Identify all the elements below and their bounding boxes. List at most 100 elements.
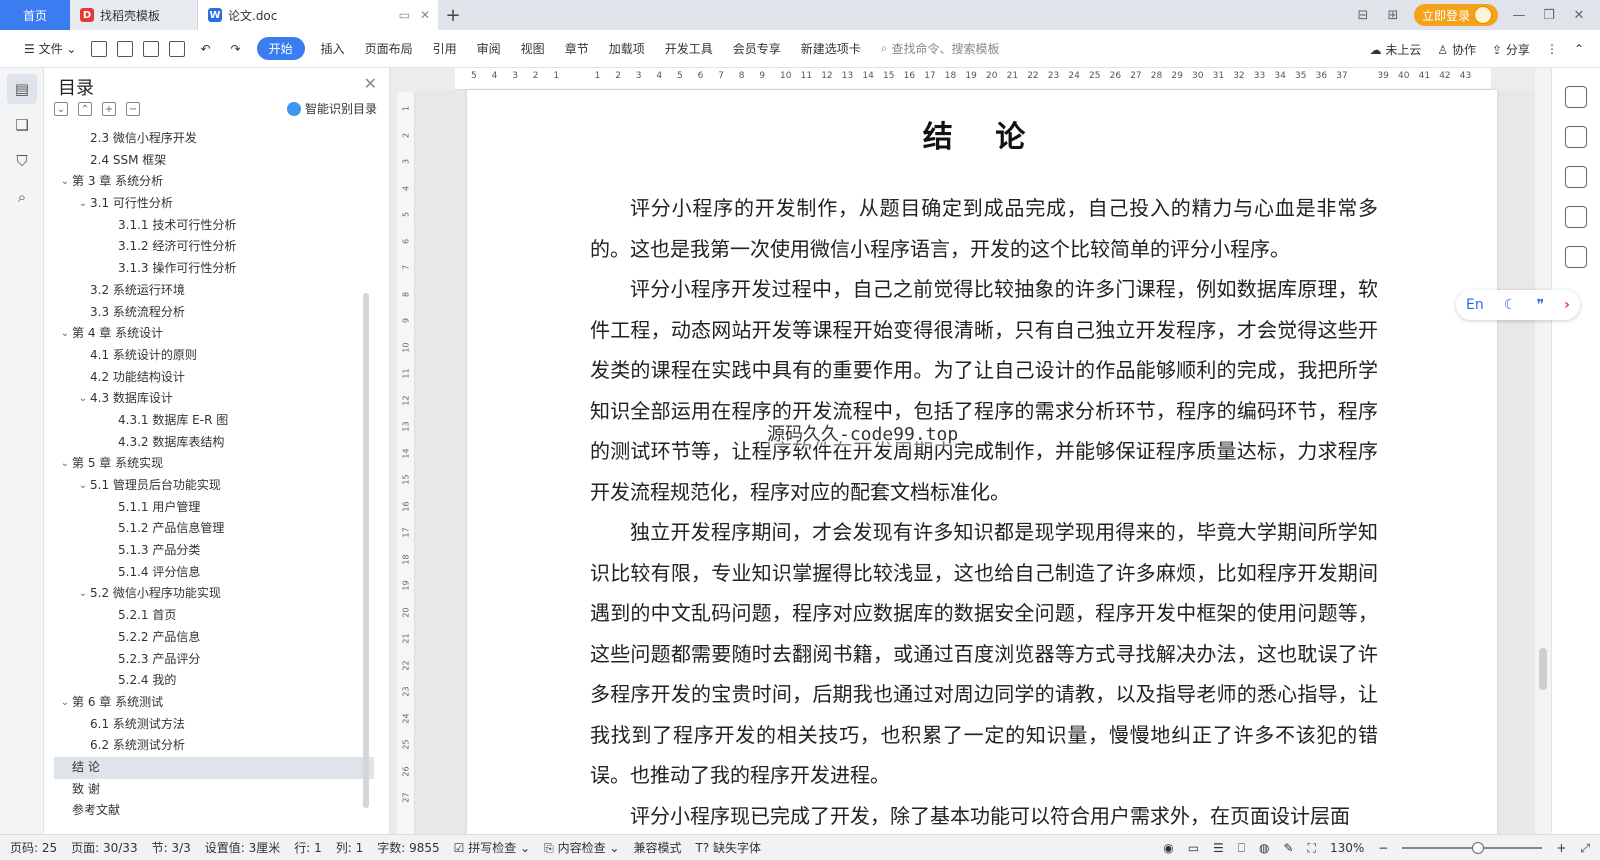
toc-item[interactable]: ⌄ 4.3 数据库设计 bbox=[54, 388, 374, 410]
toc-item[interactable]: 4.2 功能结构设计 bbox=[54, 367, 374, 389]
layout-icon[interactable]: ⊟ bbox=[1354, 8, 1372, 23]
page-view-icon[interactable]: ▭ bbox=[1188, 841, 1199, 855]
spell-check-button[interactable]: ☑ 拼写检查 ⌄ bbox=[454, 839, 530, 856]
tab-references[interactable]: 引用 bbox=[423, 40, 467, 57]
more-icon[interactable]: ⋮ bbox=[1546, 42, 1558, 56]
fit-page-icon[interactable]: ⛶ bbox=[1308, 841, 1316, 856]
adjust-icon[interactable] bbox=[1565, 166, 1587, 188]
toc-item[interactable]: 2.4 SSM 框架 bbox=[54, 150, 374, 172]
outline-view-icon[interactable]: ☰ bbox=[1213, 841, 1224, 855]
tab-member[interactable]: 会员专享 bbox=[723, 40, 791, 57]
cloud-button[interactable]: ☁ 未上云 bbox=[1370, 41, 1422, 58]
close-icon[interactable]: ✕ bbox=[364, 74, 377, 93]
restore-icon[interactable]: ❐ bbox=[1540, 8, 1558, 23]
collapse-ribbon-icon[interactable]: ⌃ bbox=[1574, 42, 1584, 56]
quote-icon[interactable]: ❞ bbox=[1537, 297, 1545, 313]
window-close-icon[interactable]: ✕ bbox=[1570, 8, 1588, 23]
fullscreen-icon[interactable]: ⤢ bbox=[1580, 841, 1590, 856]
tab-developer[interactable]: 开发工具 bbox=[655, 40, 723, 57]
chevron-down-icon[interactable]: ⌄ bbox=[58, 692, 72, 714]
toc-item[interactable]: 5.2.1 首页 bbox=[54, 605, 374, 627]
toc-item[interactable]: 5.1.4 评分信息 bbox=[54, 562, 374, 584]
toc-item[interactable]: 3.1.3 操作可行性分析 bbox=[54, 258, 374, 280]
vertical-ruler[interactable]: 1 2 3 4 5 6 7 8 9 10 11 12 13 14 15 16 17 18 19 20 21 22 23 24 2… bbox=[397, 92, 415, 834]
toc-item[interactable]: 4.3.2 数据库表结构 bbox=[54, 432, 374, 454]
toc-item[interactable]: 5.1.3 产品分类 bbox=[54, 540, 374, 562]
toc-item[interactable]: 参考文献 bbox=[54, 800, 374, 822]
toc-item[interactable]: 3.3 系统流程分析 bbox=[54, 302, 374, 324]
translate-widget[interactable]: En ☾ ❞ › bbox=[1456, 290, 1580, 320]
toc-item[interactable]: 结 论 bbox=[54, 756, 374, 779]
smart-toc-button[interactable]: 智能识别目录 bbox=[286, 100, 377, 117]
chevron-right-icon[interactable]: › bbox=[1564, 297, 1570, 313]
tab-chapter[interactable]: 章节 bbox=[555, 40, 599, 57]
document-page[interactable]: 结 论 评分小程序的开发制作，从题目确定到成品完成，自己投入的精力与心血是非常多… bbox=[467, 90, 1497, 834]
tab-document[interactable]: W 论文.doc ▭ ✕ bbox=[198, 0, 438, 30]
search-panel-icon[interactable]: ⌕ bbox=[7, 182, 37, 212]
toc-item[interactable]: ⌄ 第 5 章 系统实现 bbox=[54, 453, 374, 475]
map-icon[interactable] bbox=[1565, 246, 1587, 268]
tab-home[interactable]: 首页 bbox=[0, 0, 70, 30]
new-tab-button[interactable]: + bbox=[438, 0, 468, 30]
chevron-down-icon[interactable]: ⌄ bbox=[58, 171, 72, 193]
collab-button[interactable]: ♙ 协作 bbox=[1437, 41, 1476, 58]
toc-scrollbar[interactable] bbox=[363, 293, 369, 808]
content-check-button[interactable]: ⎘ 内容检查 ⌄ bbox=[544, 839, 619, 856]
moon-icon[interactable]: ☾ bbox=[1504, 297, 1517, 313]
toc-item[interactable]: 5.1.1 用户管理 bbox=[54, 497, 374, 519]
zoom-level[interactable]: 130% bbox=[1330, 841, 1364, 855]
chevron-down-icon[interactable]: ⌄ bbox=[76, 583, 90, 605]
toc-item[interactable]: ⌄ 5.2 微信小程序功能实现 bbox=[54, 583, 374, 605]
minimize-icon[interactable]: — bbox=[1510, 8, 1528, 23]
tab-new-option[interactable]: 新建选项卡 bbox=[791, 40, 871, 57]
horizontal-ruler[interactable]: 5 4 3 2 1 1 2 3 4 5 6 7 8 9 10 11 12 13 14 15 16 17 18 19 20 21 22… bbox=[455, 68, 1491, 90]
toc-nav-icon[interactable]: ▤ bbox=[7, 74, 37, 104]
select-icon[interactable] bbox=[1565, 126, 1587, 148]
toc-item[interactable]: ⌄ 第 6 章 系统测试 bbox=[54, 692, 374, 714]
command-search[interactable]: ⌕ 查找命令、搜索模板 bbox=[881, 40, 1000, 57]
pen-icon[interactable] bbox=[1565, 86, 1587, 108]
tab-addins[interactable]: 加载项 bbox=[599, 40, 655, 57]
toc-item[interactable]: ⌄ 第 4 章 系统设计 bbox=[54, 323, 374, 345]
toc-item[interactable]: ⌄ 第 3 章 系统分析 bbox=[54, 171, 374, 193]
toc-item[interactable]: 4.1 系统设计的原则 bbox=[54, 345, 374, 367]
page-indicator[interactable]: 页面: 30/33 bbox=[71, 839, 137, 856]
tab-insert[interactable]: 插入 bbox=[311, 40, 355, 57]
write-mode-icon[interactable]: ✎ bbox=[1283, 841, 1293, 855]
chevron-down-icon[interactable]: ⌄ bbox=[76, 388, 90, 410]
tab-view[interactable]: 视图 bbox=[511, 40, 555, 57]
export-pdf-icon[interactable] bbox=[117, 40, 134, 57]
toc-item[interactable]: 6.1 系统测试方法 bbox=[54, 714, 374, 736]
chevron-down-icon[interactable]: ⌄ bbox=[58, 453, 72, 475]
zoom-in-icon[interactable]: + bbox=[1556, 841, 1566, 855]
redo-icon[interactable]: ↷ bbox=[221, 42, 251, 56]
toc-item[interactable]: ⌄ 3.1 可行性分析 bbox=[54, 193, 374, 215]
remove-heading-icon[interactable]: − bbox=[126, 102, 140, 116]
toc-item[interactable]: 6.2 系统测试分析 bbox=[54, 735, 374, 757]
tab-templates[interactable]: D 找稻壳模板 bbox=[70, 0, 198, 30]
close-tab-icon[interactable]: ✕ bbox=[420, 8, 430, 22]
image-tool-icon[interactable] bbox=[1565, 206, 1587, 228]
chevron-down-icon[interactable]: ⌄ bbox=[76, 475, 90, 497]
expand-icon[interactable]: ⌄ bbox=[54, 102, 68, 116]
toc-item[interactable]: 5.2.4 我的 bbox=[54, 670, 374, 692]
save-icon[interactable] bbox=[91, 40, 108, 57]
share-button[interactable]: ⇪ 分享 bbox=[1492, 41, 1530, 58]
word-count[interactable]: 字数: 9855 bbox=[377, 839, 439, 856]
missing-font-button[interactable]: T? 缺失字体 bbox=[696, 839, 762, 856]
eye-protect-icon[interactable]: ◉ bbox=[1163, 841, 1173, 855]
collapse-icon[interactable]: ⌃ bbox=[78, 102, 92, 116]
toc-item[interactable]: 5.2.3 产品评分 bbox=[54, 649, 374, 671]
undo-icon[interactable]: ↶ bbox=[190, 42, 220, 56]
toc-item[interactable]: 5.1.2 产品信息管理 bbox=[54, 518, 374, 540]
web-view-icon[interactable]: ◍ bbox=[1259, 841, 1269, 855]
pin-tab-icon[interactable]: ▭ bbox=[399, 8, 410, 22]
document-body[interactable]: 评分小程序的开发制作，从题目确定到成品完成，自己投入的精力与心血是非常多的。这也… bbox=[590, 188, 1378, 836]
print-preview-icon[interactable] bbox=[169, 40, 186, 57]
toc-item[interactable]: 3.1.2 经济可行性分析 bbox=[54, 236, 374, 258]
toc-item[interactable]: 致 谢 bbox=[54, 779, 374, 801]
tab-start[interactable]: 开始 bbox=[256, 37, 305, 60]
section-nav-icon[interactable]: ❏ bbox=[7, 110, 37, 140]
print-icon[interactable] bbox=[143, 40, 160, 57]
toc-item[interactable]: 4.3.1 数据库 E-R 图 bbox=[54, 410, 374, 432]
